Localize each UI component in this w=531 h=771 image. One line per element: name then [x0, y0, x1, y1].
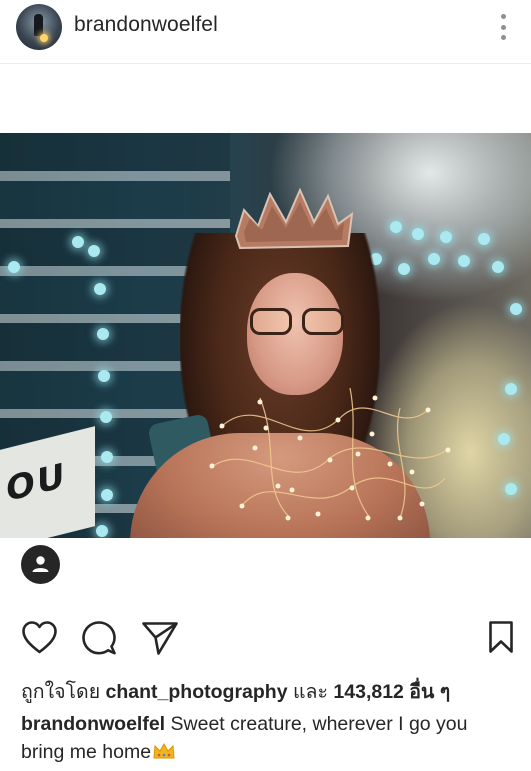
- bokeh-light: [8, 261, 20, 273]
- bokeh-light: [498, 433, 510, 445]
- bokeh-light: [505, 383, 517, 395]
- bokeh-light: [101, 451, 113, 463]
- heart-icon[interactable]: [21, 620, 58, 656]
- bokeh-light: [412, 228, 424, 240]
- bokeh-light: [100, 411, 112, 423]
- caption-username-link[interactable]: brandonwoelfel: [21, 713, 165, 735]
- more-options-icon[interactable]: [491, 12, 515, 42]
- more-dot: [500, 35, 506, 40]
- subject-crown: [234, 188, 354, 250]
- bokeh-light: [428, 253, 440, 265]
- post-photo[interactable]: OU: [0, 133, 531, 538]
- liked-by-user-link[interactable]: chant_photography: [106, 681, 288, 703]
- fairy-lights: [209, 387, 451, 521]
- post-header: brandonwoelfel: [0, 0, 531, 64]
- bokeh-light: [94, 283, 106, 295]
- glasses-lens-left: [250, 308, 292, 335]
- bokeh-light: [98, 370, 110, 382]
- user-profile-icon[interactable]: [21, 545, 60, 584]
- bokeh-light: [440, 231, 452, 243]
- bokeh-light: [398, 263, 410, 275]
- bokeh-light: [101, 489, 113, 501]
- bokeh-light: [72, 236, 84, 248]
- more-dot: [500, 24, 506, 30]
- avatar-light: [40, 34, 48, 42]
- likes-count-link[interactable]: 143,812 อื่น ๆ: [333, 681, 450, 703]
- likes-joiner: และ: [292, 681, 328, 703]
- bokeh-light: [510, 303, 522, 315]
- person-icon: [32, 556, 49, 572]
- bokeh-light: [96, 525, 108, 537]
- avatar-figure: [34, 14, 43, 36]
- bokeh-light: [458, 255, 470, 267]
- bokeh-light: [492, 261, 504, 273]
- bookmark-icon[interactable]: [488, 620, 514, 654]
- glasses-lens-right: [302, 308, 344, 335]
- sign-text: OU: [6, 455, 67, 511]
- crown-emoji: [153, 742, 175, 759]
- bokeh-light: [390, 221, 402, 233]
- more-dot: [500, 14, 506, 19]
- post-username[interactable]: brandonwoelfel: [74, 13, 218, 37]
- comment-icon[interactable]: [81, 620, 117, 656]
- send-icon[interactable]: [141, 620, 179, 656]
- likes-summary: ถูกใจโดย chant_photography และ 143,812 อ…: [21, 676, 450, 707]
- post-action-bar: [0, 620, 531, 660]
- bokeh-light: [478, 233, 490, 245]
- subject-glasses: [248, 308, 346, 338]
- bokeh-light: [88, 245, 100, 257]
- profile-avatar[interactable]: [16, 4, 62, 50]
- bokeh-light: [505, 483, 517, 495]
- likes-prefix: ถูกใจโดย: [21, 681, 101, 703]
- bokeh-light: [97, 328, 109, 340]
- post-caption: brandonwoelfel Sweet creature, wherever …: [21, 710, 516, 766]
